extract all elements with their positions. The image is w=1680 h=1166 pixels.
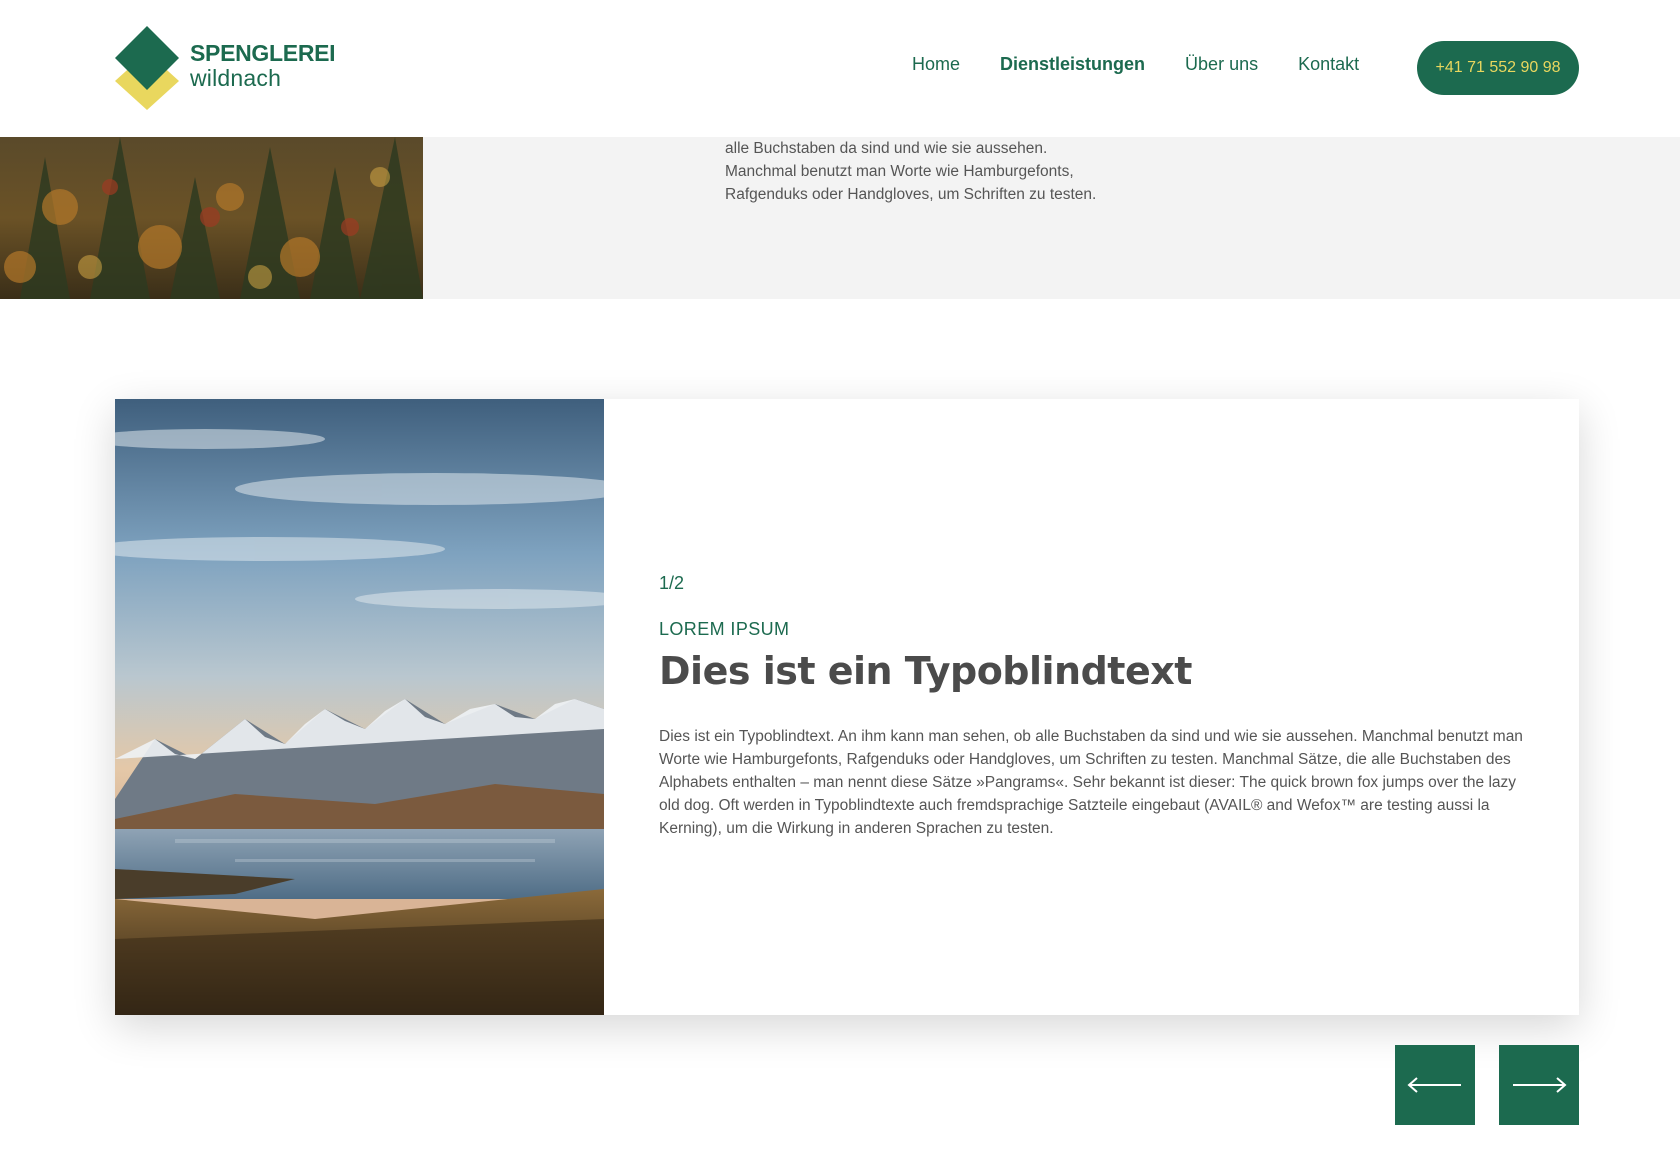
nav-dienstleistungen[interactable]: Dienstleistungen <box>1000 54 1145 75</box>
slider-card: 1/2 LOREM IPSUM Dies ist ein Typoblindte… <box>115 399 1579 1015</box>
main-nav: Home Dienstleistungen Über uns Kontakt <box>912 54 1399 75</box>
text-line: Manchmal benutzt man Worte wie Hamburgef… <box>725 163 1074 180</box>
slider-next-button[interactable] <box>1499 1045 1579 1125</box>
slide-title: Dies ist ein Typoblindtext <box>659 649 1192 693</box>
slide-body: Dies ist ein Typoblindtext. An ihm kann … <box>659 728 1523 837</box>
nav-kontakt[interactable]: Kontakt <box>1298 54 1359 75</box>
logo-diamond-icon <box>115 26 179 110</box>
logo-name: SPENGLEREI <box>190 40 336 66</box>
slide-counter: 1/2 <box>659 573 685 593</box>
text-line: Rafgenduks oder Handgloves, um Schriften… <box>725 186 1097 203</box>
forest-image <box>0 137 423 299</box>
landscape-image <box>115 399 604 1015</box>
nav-ueber-uns[interactable]: Über uns <box>1185 54 1258 75</box>
arrow-right-icon <box>1513 1077 1567 1093</box>
slide-eyebrow: LOREM IPSUM <box>659 619 790 639</box>
slider-prev-button[interactable] <box>1395 1045 1475 1125</box>
previous-section-text: alle Buchstaben da sind und wie sie auss… <box>725 137 1145 206</box>
logo-text: SPENGLEREI wildnach <box>190 40 336 91</box>
logo-subname: wildnach <box>190 65 282 91</box>
slide-content: 1/2 LOREM IPSUM Dies ist ein Typoblindte… <box>659 573 1539 856</box>
site-header: SPENGLEREI wildnach Home Dienstleistunge… <box>0 0 1680 137</box>
logo[interactable]: SPENGLEREI wildnach <box>115 26 355 112</box>
previous-section: alle Buchstaben da sind und wie sie auss… <box>0 137 1680 299</box>
text-line: alle Buchstaben da sind und wie sie auss… <box>725 140 1048 157</box>
arrow-left-icon <box>1407 1077 1461 1093</box>
nav-home[interactable]: Home <box>912 54 960 75</box>
phone-button[interactable]: +41 71 552 90 98 <box>1417 41 1579 95</box>
